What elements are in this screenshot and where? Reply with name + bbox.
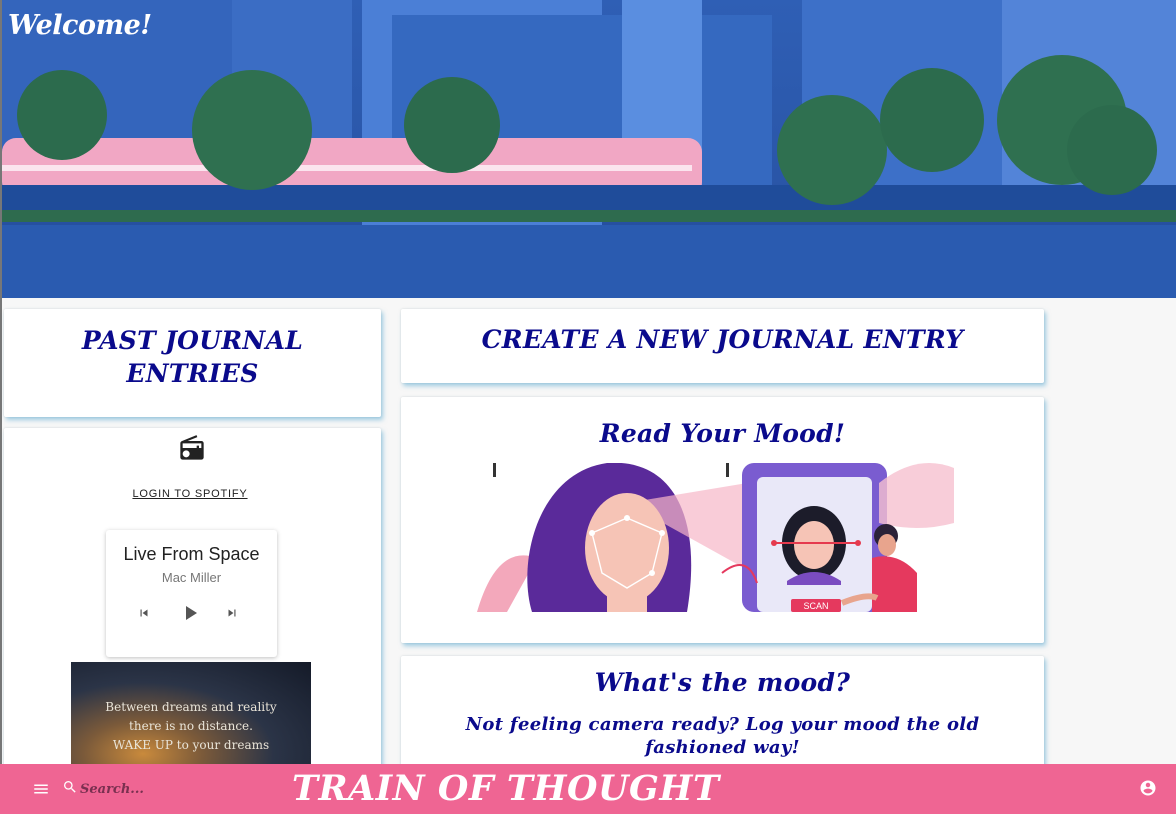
left-border [0,298,2,764]
past-entries-card[interactable]: PAST JOURNAL ENTRIES [4,309,381,417]
quote-line-2: there is no distance. [129,719,253,733]
create-entry-title[interactable]: CREATE A NEW JOURNAL ENTRY [401,309,1044,356]
player-controls [106,600,277,626]
song-title: Live From Space [123,544,260,564]
manual-mood-title: What's the mood? [594,668,851,697]
manual-mood-card[interactable]: What's the mood? Not feeling camera read… [401,656,1044,776]
welcome-heading: Welcome! [8,10,152,41]
app-brand-title: TRAIN OF THOUGHT [292,768,720,809]
bottom-app-bar: TRAIN OF THOUGHT [0,764,1176,814]
radio-icon [180,435,204,460]
manual-mood-subtitle: Not feeling camera ready? Log your mood … [465,714,980,758]
quote-line-3: WAKE UP to your dreams [112,738,270,752]
menu-icon[interactable] [32,780,50,798]
play-icon[interactable] [178,601,202,625]
search-icon[interactable] [62,779,78,795]
create-entry-card[interactable]: CREATE A NEW JOURNAL ENTRY [401,309,1044,383]
face-scan-illustration[interactable]: SCAN [477,463,954,612]
account-circle-icon[interactable] [1139,779,1157,797]
read-mood-title: Read Your Mood! [599,419,846,448]
past-entries-title[interactable]: PAST JOURNAL ENTRIES [4,309,381,390]
quote-line-1: Between dreams and reality [105,700,277,714]
login-spotify-link[interactable]: LOGIN TO SPOTIFY [0,488,380,500]
artist-name: Mac Miller [161,570,222,585]
scan-label: SCAN [803,601,828,611]
spotify-player: Live From Space Mac Miller [106,530,277,657]
search-input[interactable] [78,777,282,801]
hero-banner: Welcome! [0,0,1176,298]
city-train-illustration [2,0,1176,298]
skip-next-icon[interactable] [225,606,239,620]
read-mood-card[interactable]: Read Your Mood! SCAN [401,397,1044,643]
skip-previous-icon[interactable] [137,606,151,620]
quote-image: Between dreams and reality there is no d… [71,662,311,764]
